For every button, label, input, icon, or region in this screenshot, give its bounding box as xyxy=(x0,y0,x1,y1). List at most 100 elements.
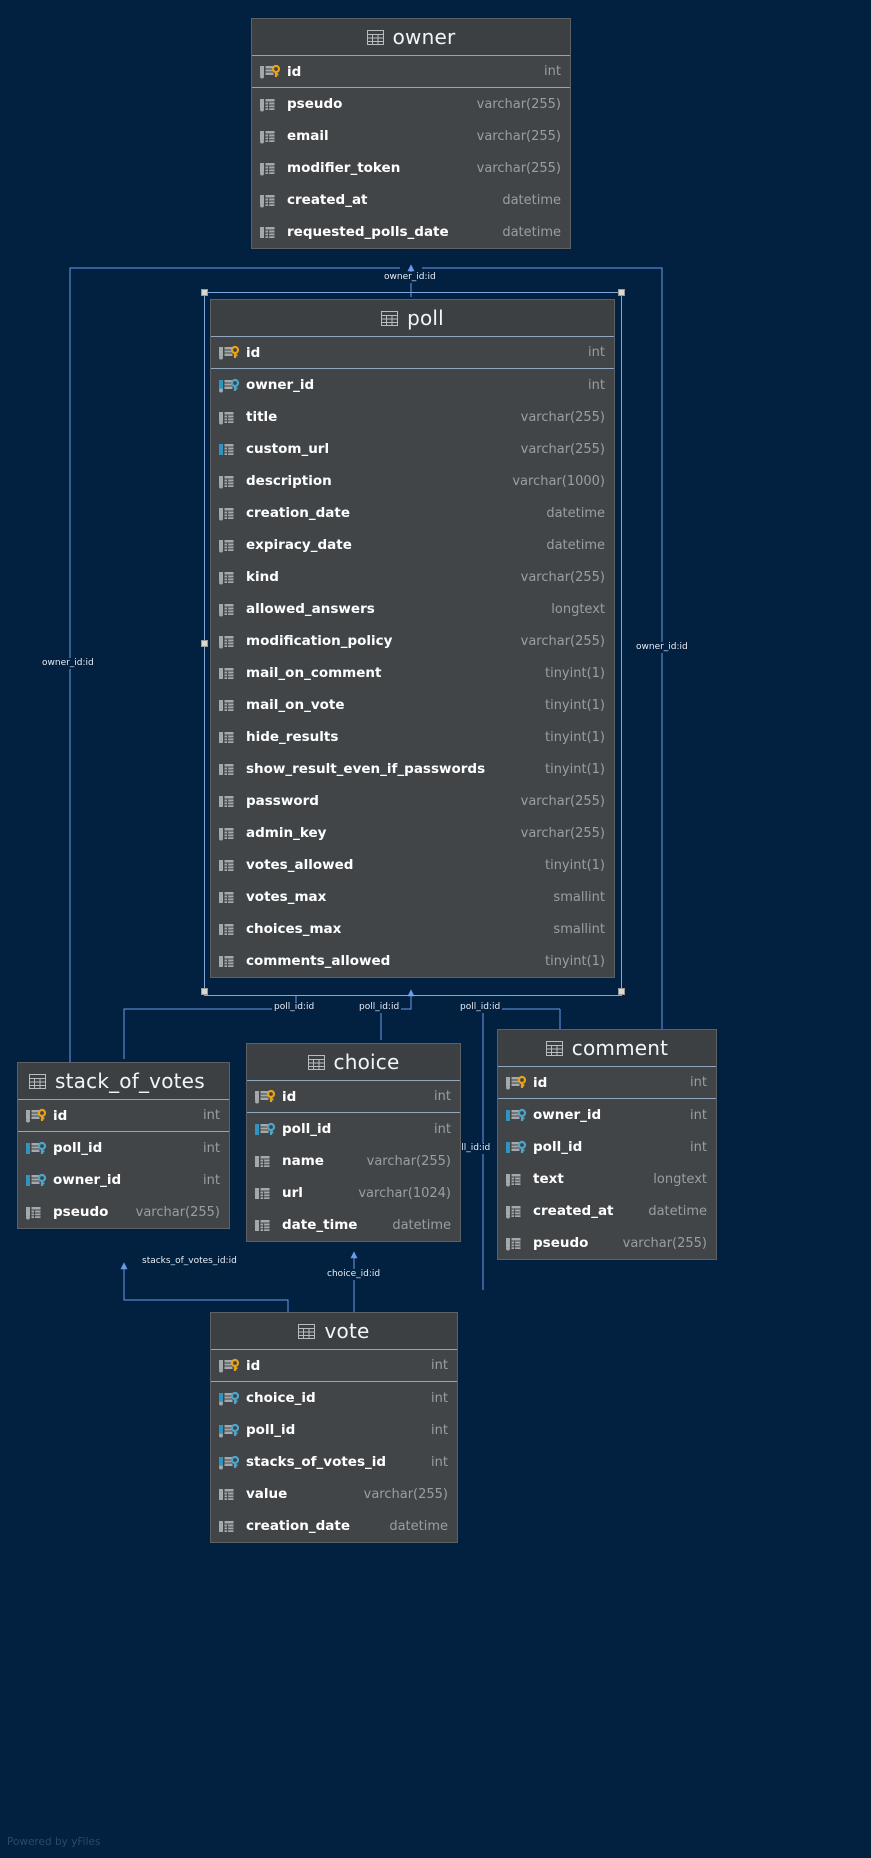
table-row[interactable]: mail_on_vote tinyint(1) xyxy=(211,689,614,721)
table-row[interactable]: modifier_token varchar(255) xyxy=(252,152,570,184)
table-row[interactable]: custom_url varchar(255) xyxy=(211,433,614,465)
table-row[interactable]: created_at datetime xyxy=(498,1195,716,1227)
column-name: requested_polls_date xyxy=(287,224,449,240)
table-row[interactable]: password varchar(255) xyxy=(211,785,614,817)
table-row[interactable]: id int xyxy=(498,1067,716,1099)
table-row[interactable]: modification_policy varchar(255) xyxy=(211,625,614,657)
column-name: url xyxy=(282,1185,303,1201)
table-node-owner[interactable]: owner id int pseudo varchar(255) email v… xyxy=(251,18,571,249)
table-node-vote[interactable]: vote id int choice_id int poll_id int st… xyxy=(210,1312,458,1543)
column-name: poll_id xyxy=(282,1121,332,1137)
selection-handle[interactable] xyxy=(618,289,625,296)
column-type: smallint xyxy=(553,889,605,905)
table-header: choice xyxy=(247,1044,460,1081)
column-name: email xyxy=(287,128,329,144)
table-row[interactable]: name varchar(255) xyxy=(247,1145,460,1177)
table-row[interactable]: owner_id int xyxy=(211,369,614,401)
column-name: value xyxy=(246,1486,288,1502)
column-indexed-icon xyxy=(260,226,275,238)
table-node-poll[interactable]: poll id int owner_id int title varchar(2… xyxy=(210,299,615,978)
column-name: hide_results xyxy=(246,729,339,745)
column-type: int xyxy=(203,1108,220,1123)
table-row[interactable]: creation_date datetime xyxy=(211,497,614,529)
table-row[interactable]: creation_date datetime xyxy=(211,1510,457,1542)
column-name: creation_date xyxy=(246,1518,351,1534)
table-row[interactable]: owner_id int xyxy=(498,1099,716,1131)
table-row[interactable]: owner_id int xyxy=(18,1164,229,1196)
table-row[interactable]: expiracy_date datetime xyxy=(211,529,614,561)
table-row[interactable]: admin_key varchar(255) xyxy=(211,817,614,849)
selection-handle[interactable] xyxy=(201,289,208,296)
table-row[interactable]: allowed_answers longtext xyxy=(211,593,614,625)
table-row[interactable]: hide_results tinyint(1) xyxy=(211,721,614,753)
table-row[interactable]: poll_id int xyxy=(498,1131,716,1163)
table-row[interactable]: choice_id int xyxy=(211,1382,457,1414)
table-row[interactable]: mail_on_comment tinyint(1) xyxy=(211,657,614,689)
column-name: votes_allowed xyxy=(246,857,354,873)
table-row[interactable]: text longtext xyxy=(498,1163,716,1195)
table-row[interactable]: pseudo varchar(255) xyxy=(18,1196,229,1228)
table-row[interactable]: choices_max smallint xyxy=(211,913,614,945)
column-type: int xyxy=(434,1089,451,1104)
column-type: int xyxy=(431,1454,448,1470)
table-row[interactable]: id int xyxy=(211,337,614,369)
primary-key-icon xyxy=(260,64,281,79)
foreign-key-icon xyxy=(219,1391,240,1405)
column-name: pseudo xyxy=(533,1235,589,1251)
column-indexed-icon xyxy=(255,1155,270,1167)
column-type: int xyxy=(588,377,605,393)
table-row[interactable]: poll_id int xyxy=(18,1132,229,1164)
column-icon xyxy=(219,1488,234,1500)
table-row[interactable]: pseudo varchar(255) xyxy=(252,88,570,120)
table-row[interactable]: id int xyxy=(252,56,570,88)
table-columns: id int choice_id int poll_id int stacks_… xyxy=(211,1350,457,1542)
column-name: title xyxy=(246,409,278,425)
selection-handle[interactable] xyxy=(618,988,625,995)
table-row[interactable]: created_at datetime xyxy=(252,184,570,216)
table-row[interactable]: id int xyxy=(211,1350,457,1382)
table-row[interactable]: votes_max smallint xyxy=(211,881,614,913)
table-node-stack-of-votes[interactable]: stack_of_votes id int poll_id int owner_… xyxy=(17,1062,230,1229)
table-row[interactable]: kind varchar(255) xyxy=(211,561,614,593)
table-row[interactable]: poll_id int xyxy=(211,1414,457,1446)
table-node-comment[interactable]: comment id int owner_id int poll_id int … xyxy=(497,1029,717,1260)
column-type: longtext xyxy=(551,601,605,617)
table-row[interactable]: pseudo varchar(255) xyxy=(498,1227,716,1259)
column-type: varchar(255) xyxy=(476,128,561,144)
table-node-choice[interactable]: choice id int poll_id int name varchar(2… xyxy=(246,1043,461,1242)
column-type: tinyint(1) xyxy=(544,665,605,681)
table-name: owner xyxy=(392,25,456,49)
table-row[interactable]: votes_allowed tinyint(1) xyxy=(211,849,614,881)
table-row[interactable]: requested_polls_date datetime xyxy=(252,216,570,248)
diagram-canvas[interactable]: owner_id:id owner_id:id owner_id:id poll… xyxy=(0,0,871,1858)
primary-key-icon xyxy=(219,345,240,360)
column-type: varchar(255) xyxy=(520,793,605,809)
edge-label: owner_id:id xyxy=(382,272,438,283)
column-indexed-icon xyxy=(219,955,234,967)
column-indexed-icon xyxy=(219,699,234,711)
table-row[interactable]: description varchar(1000) xyxy=(211,465,614,497)
column-name: owner_id xyxy=(246,377,315,393)
column-type: int xyxy=(203,1172,220,1188)
table-row[interactable]: id int xyxy=(18,1100,229,1132)
primary-key-icon xyxy=(219,1358,240,1373)
column-type: datetime xyxy=(546,537,605,553)
table-row[interactable]: comments_allowed tinyint(1) xyxy=(211,945,614,977)
table-row[interactable]: show_result_even_if_passwords tinyint(1) xyxy=(211,753,614,785)
table-columns: id int poll_id int xyxy=(247,1081,460,1241)
selection-handle[interactable] xyxy=(201,988,208,995)
table-row[interactable]: poll_id int xyxy=(247,1113,460,1145)
table-row[interactable]: value varchar(255) xyxy=(211,1478,457,1510)
table-row[interactable]: email varchar(255) xyxy=(252,120,570,152)
table-row[interactable]: id int xyxy=(247,1081,460,1113)
column-name: expiracy_date xyxy=(246,537,352,553)
column-type: int xyxy=(690,1075,707,1090)
table-row[interactable]: stacks_of_votes_id int xyxy=(211,1446,457,1478)
column-type: smallint xyxy=(553,921,605,937)
table-row[interactable]: url varchar(1024) xyxy=(247,1177,460,1209)
foreign-key-icon xyxy=(255,1122,276,1135)
table-row[interactable]: title varchar(255) xyxy=(211,401,614,433)
selection-handle[interactable] xyxy=(201,640,208,647)
foreign-key-icon xyxy=(506,1108,527,1121)
table-row[interactable]: date_time datetime xyxy=(247,1209,460,1241)
